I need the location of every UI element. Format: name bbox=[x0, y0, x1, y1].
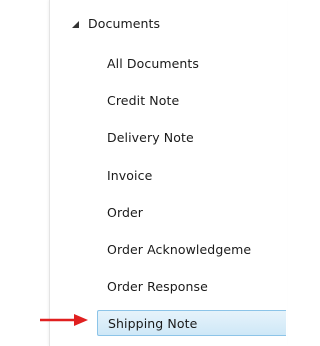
tree-item-label: Delivery Note bbox=[107, 129, 194, 145]
tree-item-order-acknowledgement[interactable]: Order Acknowledgeme bbox=[107, 239, 286, 259]
tree-item-order-response[interactable]: Order Response bbox=[107, 276, 286, 296]
tree-item-credit-note[interactable]: Credit Note bbox=[107, 90, 286, 110]
tree-item-shipping-note[interactable]: Shipping Note bbox=[97, 310, 286, 336]
expand-collapse-icon[interactable] bbox=[72, 20, 79, 28]
tree-item-label: Credit Note bbox=[107, 92, 180, 108]
tree-item-delivery-note[interactable]: Delivery Note bbox=[107, 127, 286, 147]
red-arrow-icon bbox=[40, 314, 88, 326]
tree-item-label: Shipping Note bbox=[108, 315, 198, 331]
tree-item-label: Order Acknowledgeme bbox=[107, 241, 252, 257]
tree-item-label: All Documents bbox=[107, 55, 200, 71]
tree-item-invoice[interactable]: Invoice bbox=[107, 165, 286, 185]
tree-item-all-documents[interactable]: All Documents bbox=[107, 53, 286, 73]
tree-item-order[interactable]: Order bbox=[107, 202, 286, 222]
tree-item-label: Order bbox=[107, 204, 144, 220]
tree-item-label: Invoice bbox=[107, 167, 153, 183]
tree-node-documents[interactable]: Documents bbox=[72, 13, 160, 33]
tree-node-label: Documents bbox=[88, 15, 161, 31]
tree-item-label: Order Response bbox=[107, 278, 208, 294]
